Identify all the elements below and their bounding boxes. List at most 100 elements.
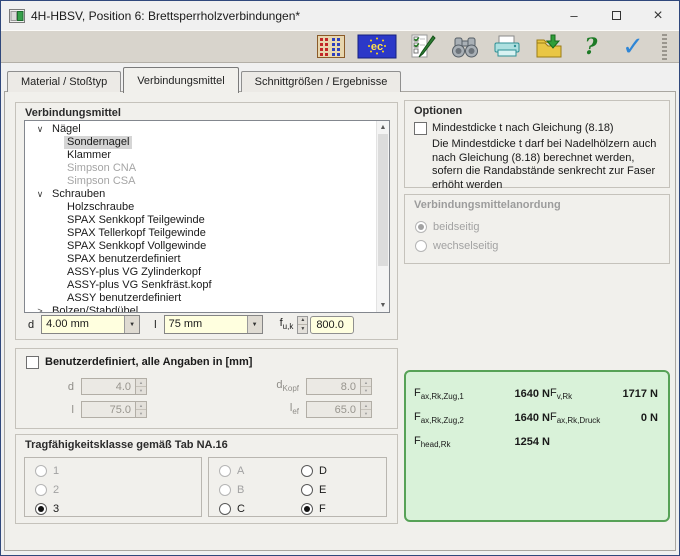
tree-item-assy-plus-vg-zylinderkopf[interactable]: ASSY-plus VG Zylinderkopf [25,266,376,279]
results-panel: Fax,Rk,Zug,11640 NFv,Rk1717 NFax,Rk,Zug,… [404,370,670,522]
field-label-lef: lef [257,402,299,416]
radio-label: 2 [53,484,59,496]
printer-icon[interactable] [490,33,524,61]
class-radio-b: B [219,480,301,499]
tree-item-sondernagel[interactable]: Sondernagel [25,136,376,149]
class-radio-e[interactable]: E [301,480,386,499]
field-label-dkopf: dKopf [257,379,299,393]
stepper-down-icon: ▼ [136,409,146,417]
tab-strip: Material / Stoßtyp Verbindungsmittel Schni… [7,64,403,92]
tree-item-spax-senkkopf-teilgewinde[interactable]: SPAX Senkkopf Teilgewinde [25,214,376,227]
scroll-down-icon[interactable]: ▼ [377,299,389,312]
window-controls: – × [553,1,679,30]
tab-schnittgrößen-ergebnisse[interactable]: Schnittgrößen / Ergebnisse [241,71,402,92]
radio-icon [415,240,427,252]
tab-label: Verbindungsmittel [137,75,224,87]
window-title: 4H-HBSV, Position 6: Brettsperrholzverbi… [31,9,300,23]
pattern-grid-icon[interactable] [314,33,348,61]
scroll-up-icon[interactable]: ▲ [377,121,389,134]
length-select[interactable]: 75 mm ▼ [164,315,263,334]
tree-item-label: ASSY benutzerdefiniert [64,292,184,305]
tree-category-nägel[interactable]: ∨Nägel [25,123,376,136]
radio-icon [35,484,47,496]
tree-item-klammer[interactable]: Klammer [25,149,376,162]
scroll-thumb[interactable] [378,134,388,266]
tree-item-label: Klammer [64,149,114,162]
tree-item-assy-plus-vg-senkfräst-kopf[interactable]: ASSY-plus VG Senkfräst.kopf [25,279,376,292]
class-radio-d[interactable]: D [301,461,386,480]
stepper-up-icon: ▲ [361,402,371,409]
close-button[interactable]: × [637,1,679,30]
result-label-head-rk: Fhead,Rk [414,435,502,449]
tree-category-label: Bolzen/Stabdübel [52,305,138,312]
result-label-ax-rk-zug-2: Fax,Rk,Zug,2 [414,411,502,425]
chevron-down-icon[interactable]: ∨ [34,123,46,136]
length-value: 75 mm [165,316,247,333]
radio-label: F [319,503,326,515]
radio-icon [219,484,231,496]
diameter-select[interactable]: 4.00 mm ▼ [41,315,140,334]
minimize-button[interactable]: – [553,1,595,30]
fastener-group: Verbindungsmittel ∨NägelSondernagelKlamm… [15,102,398,340]
radio-label: C [237,503,245,515]
tree-item-label: Sondernagel [64,136,132,149]
custom-dimensions-checkbox[interactable] [26,356,39,369]
d-label: d [28,319,34,331]
stepper-up-icon[interactable]: ▲ [298,317,307,325]
tree-category-schrauben[interactable]: ∨Schrauben [25,188,376,201]
field-value: 75.0 [82,404,135,416]
arrangement-radio-wechselseitig: wechselseitig [415,236,498,255]
stepper-down-icon[interactable]: ▼ [298,324,307,333]
custom-dimensions-label: Benutzerdefiniert, alle Angaben in [mm] [45,356,252,368]
tree-item-spax-benutzerdefiniert[interactable]: SPAX benutzerdefiniert [25,253,376,266]
field-lef: 65.0▲▼ [306,401,372,418]
class-radio-a: A [219,461,301,480]
class-radio-c[interactable]: C [219,499,301,518]
radio-label: 3 [53,503,59,515]
fuk-input[interactable]: 800.0 [310,316,354,334]
chevron-down-icon[interactable]: ▼ [247,316,262,333]
chevron-down-icon[interactable]: ▼ [124,316,139,333]
toolbar-grip[interactable] [662,34,667,60]
result-value-ax-rk-druck: 0 N [612,412,658,424]
stepper-up-icon: ▲ [136,402,146,409]
min-thickness-checkbox[interactable] [414,122,427,135]
tree-item-assy-benutzerdefiniert[interactable]: ASSY benutzerdefiniert [25,292,376,305]
svg-text:ec: ec [371,41,383,53]
tab-label: Schnittgrößen / Ergebnisse [255,76,388,88]
help-question-icon[interactable]: ? [574,33,608,61]
field-stepper: ▲▼ [360,379,371,394]
class-radio-3[interactable]: 3 [35,499,201,518]
chevron-right-icon[interactable]: > [34,305,46,312]
letter-class-box: ABC DEF [208,457,387,517]
app-window: 4H-HBSV, Position 6: Brettsperrholzverbi… [0,0,680,556]
tab-material-stoßtyp[interactable]: Material / Stoßtyp [7,71,121,92]
fuk-stepper[interactable]: ▲▼ [297,316,308,334]
maximize-button[interactable] [595,1,637,30]
checklist-pen-icon[interactable] [406,33,440,61]
class-radio-1: 1 [35,461,201,480]
options-group: Optionen Mindestdicke t nach Gleichung (… [404,100,670,188]
arrangement-group: Verbindungsmittelanordung beidseitigwech… [404,194,670,264]
close-icon: × [653,7,662,25]
tree-scrollbar[interactable]: ▲ ▼ [376,121,389,312]
field-l: 75.0▲▼ [81,401,147,418]
binoculars-search-icon[interactable] [448,33,482,61]
chevron-down-icon[interactable]: ∨ [34,188,46,201]
radio-icon [415,221,427,233]
tab-verbindungsmittel[interactable]: Verbindungsmittel [123,67,238,93]
tree-item-label: ASSY-plus VG Senkfräst.kopf [64,279,215,292]
apply-check-icon[interactable]: ✓ [616,33,650,61]
eurocode-ec-icon[interactable]: ec [356,33,398,61]
folder-save-icon[interactable] [532,33,566,61]
tree-item-spax-senkkopf-vollgewinde[interactable]: SPAX Senkkopf Vollgewinde [25,240,376,253]
tree-item-spax-tellerkopf-teilgewinde[interactable]: SPAX Tellerkopf Teilgewinde [25,227,376,240]
tree-item-label: Simpson CNA [64,162,139,175]
tree-category-bolzen-stabdübel[interactable]: > Bolzen/Stabdübel [25,305,376,312]
stepper-up-icon: ▲ [361,379,371,386]
radio-icon [301,465,313,477]
tree-item-holzschraube[interactable]: Holzschraube [25,201,376,214]
minimize-icon: – [570,8,577,23]
radio-icon [301,484,313,496]
class-radio-f[interactable]: F [301,499,386,518]
